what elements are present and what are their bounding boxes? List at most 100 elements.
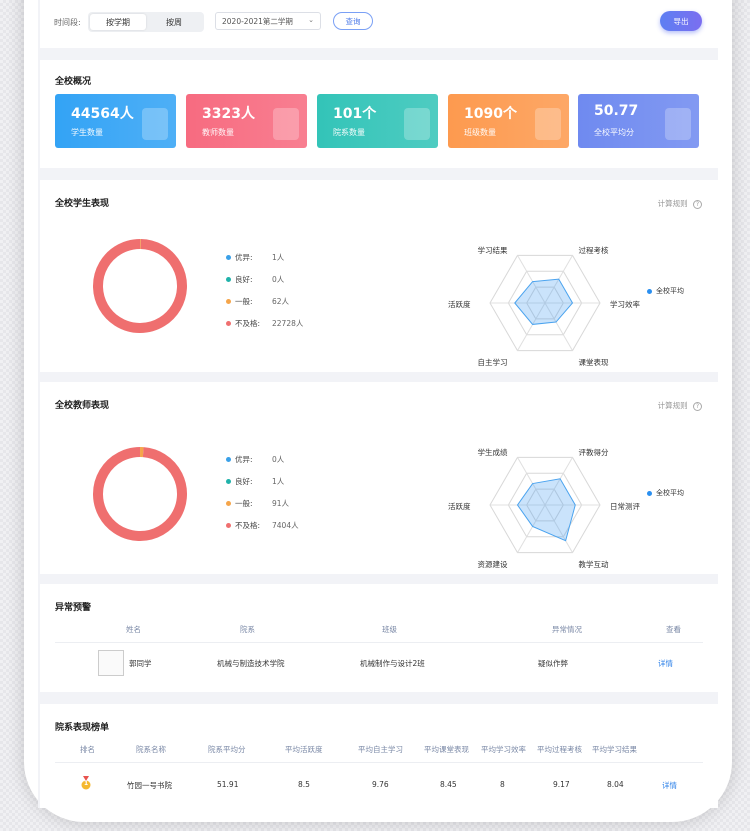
legend-value: 91人 <box>272 499 290 508</box>
time-segment: 按学期 按周 <box>88 12 204 32</box>
stat-card: 3323人 教师数量 <box>186 94 307 148</box>
alert-col-header: 姓名 <box>126 625 141 634</box>
alert-cell: 机械制作与设计2班 <box>360 659 425 668</box>
legend-item: 一般: 62人 <box>226 296 346 306</box>
stat-decoration-icon <box>665 108 691 140</box>
alert-title: 异常预警 <box>55 603 92 613</box>
stat-card: 101个 院系数量 <box>317 94 438 148</box>
radar-axis-label: 自主学习 <box>477 357 508 367</box>
teacher-radar-legend-label: 全校平均 <box>656 489 684 497</box>
avatar <box>98 650 124 676</box>
calc-rule-label: 计算规则 <box>657 199 688 208</box>
radar-axis-label: 日常测评 <box>610 502 640 511</box>
calc-rule-link[interactable]: 计算规则 ? <box>658 400 702 411</box>
legend-value: 1人 <box>272 253 285 262</box>
calc-rule-link[interactable]: 计算规则 ? <box>658 198 702 209</box>
student-radar-legend-label: 全校平均 <box>656 287 684 295</box>
alert-col-header: 班级 <box>382 625 397 634</box>
chevron-down-icon: ⌄ <box>308 16 314 24</box>
legend-value: 1人 <box>272 477 285 486</box>
radar-axis-label: 活跃度 <box>448 502 471 511</box>
legend-item: 一般: 91人 <box>226 498 346 508</box>
rank-col-header: 院系名称 <box>136 745 166 754</box>
legend-dot <box>226 277 231 282</box>
legend-value: 0人 <box>272 455 285 464</box>
legend-label: 良好: <box>235 477 253 486</box>
legend-value: 7404人 <box>272 521 299 530</box>
divider <box>55 642 703 643</box>
alert-col-header: 异常情况 <box>552 625 582 634</box>
seg-semester[interactable]: 按学期 <box>90 14 146 30</box>
legend-dot <box>647 490 652 496</box>
legend-dot <box>647 288 652 294</box>
teacher-radar-chart <box>489 456 601 554</box>
alert-cell: 机械与制造技术学院 <box>217 659 285 668</box>
teacher-performance-card: 全校教师表现 计算规则 ? 优异: 0人 良好: 1人 一般: 91人 不及格: 7404人 … <box>40 382 718 574</box>
legend-item: 不及格: 22728人 <box>226 318 346 328</box>
stat-label: 班级数量 <box>464 128 496 137</box>
export-button[interactable]: 导出 <box>660 11 702 31</box>
overview-title: 全校概况 <box>55 77 92 87</box>
radar-axis-label: 学习结果 <box>477 246 508 256</box>
query-button[interactable]: 查询 <box>333 12 373 30</box>
stat-card: 44564人 学生数量 <box>55 94 176 148</box>
legend-label: 优异: <box>235 253 253 262</box>
rank-cell: 51.91 <box>217 780 239 789</box>
legend-value: 0人 <box>272 275 285 284</box>
legend-dot <box>226 523 231 528</box>
radar-axis-label: 学生成绩 <box>477 448 508 458</box>
stat-value: 44564人 <box>71 106 134 122</box>
radar-axis-label: 课堂表现 <box>578 357 609 367</box>
semester-select[interactable]: 2020-2021第二学期 ⌄ <box>215 12 321 30</box>
student-performance-card: 全校学生表现 计算规则 ? 优异: 1人 良好: 0人 一般: 62人 不及格: 22728人… <box>40 180 718 372</box>
stat-label: 全校平均分 <box>594 128 634 137</box>
radar-axis-label: 过程考核 <box>578 246 609 256</box>
teacher-perf-title: 全校教师表现 <box>55 401 110 411</box>
help-icon: ? <box>693 402 702 411</box>
gold-medal-icon: 1 <box>80 776 92 790</box>
legend-value: 62人 <box>272 297 290 306</box>
ranking-card: 院系表现榜单 排名 院系名称 院系平均分 平均活跃度 平均自主学习 平均课堂表现 平均学习效… <box>40 704 718 808</box>
rank-col-header: 平均过程考核 <box>537 745 582 754</box>
alert-col-header: 查看 <box>666 625 681 634</box>
rank-cell: 9.76 <box>372 780 389 789</box>
stat-card: 50.77 全校平均分 <box>578 94 699 148</box>
rank-cell: 8 <box>500 780 505 789</box>
rank-cell: 竹园一号书院 <box>127 781 172 790</box>
alert-card: 异常预警 姓名 院系 班级 异常情况 查看 郭同学 机械与制造技术学院 机械制作与设计2班 疑似… <box>40 584 718 692</box>
radar-axis-label: 资源建设 <box>477 559 508 569</box>
ranking-title: 院系表现榜单 <box>55 723 110 733</box>
rank-col-header: 平均课堂表现 <box>424 745 469 754</box>
stat-decoration-icon <box>273 108 299 140</box>
radar-axis-label: 教学互动 <box>578 559 609 569</box>
stat-value: 50.77 <box>594 103 639 119</box>
radar-axis-label: 评教得分 <box>578 448 609 458</box>
radar-series-polygon <box>514 278 574 325</box>
legend-label: 良好: <box>235 275 253 284</box>
filter-bar: 时间段: 按学期 按周 2020-2021第二学期 ⌄ 查询 导出 <box>40 0 718 48</box>
rank-col-header: 平均学习效率 <box>481 745 526 754</box>
legend-dot <box>226 321 231 326</box>
rank-cell: 9.17 <box>553 780 570 789</box>
legend-dot <box>226 501 231 506</box>
rank-col-header: 排名 <box>80 745 95 754</box>
stat-decoration-icon <box>142 108 168 140</box>
stat-label: 院系数量 <box>333 128 365 137</box>
legend-value: 22728人 <box>272 319 304 328</box>
calc-rule-label: 计算规则 <box>657 401 688 410</box>
stat-value: 1090个 <box>464 106 517 122</box>
detail-link[interactable]: 详情 <box>658 658 673 669</box>
dashboard: 时间段: 按学期 按周 2020-2021第二学期 ⌄ 查询 导出 全校概况 4… <box>38 0 718 808</box>
detail-link[interactable]: 详情 <box>662 780 677 791</box>
legend-item: 优异: 0人 <box>226 454 346 464</box>
donut-slice <box>93 447 187 541</box>
rank-cell: 8.5 <box>298 780 310 789</box>
rank-col-header: 平均自主学习 <box>358 745 403 754</box>
time-label: 时间段: <box>54 18 81 27</box>
seg-week[interactable]: 按周 <box>146 14 202 30</box>
student-radar-legend: 全校平均 <box>647 286 684 296</box>
alert-cell: 疑似作弊 <box>538 659 568 668</box>
stat-value: 3323人 <box>202 106 255 122</box>
student-donut-chart <box>93 238 187 333</box>
legend-dot <box>226 479 231 484</box>
